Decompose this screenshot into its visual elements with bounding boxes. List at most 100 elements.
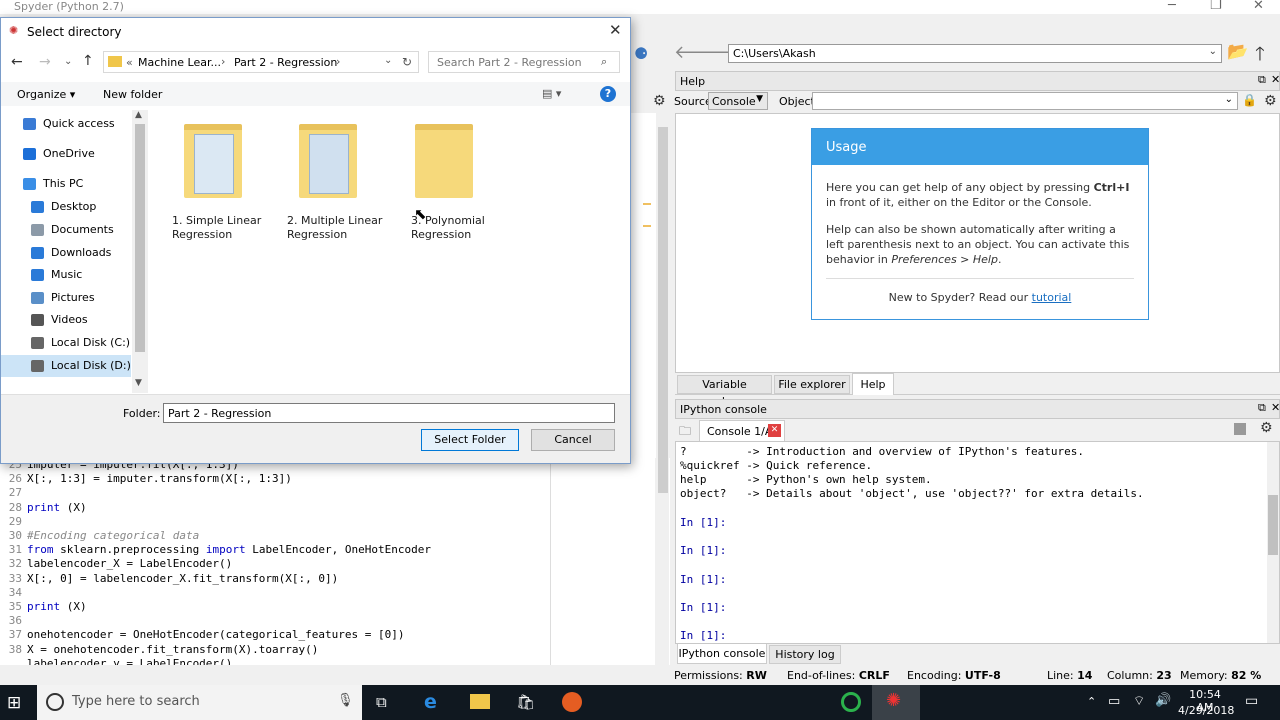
breadcrumb-separator-icon[interactable]: › [336,55,340,68]
search-icon[interactable]: ⌕ [601,55,607,69]
folder-item[interactable]: 2. Multiple Linear Regression [287,124,397,244]
organize-button[interactable]: Organize ▾ [17,88,75,101]
value: UTF-8 [964,669,1001,682]
tab-variable-explorer[interactable]: Variable explorer [677,375,772,408]
breadcrumb-item[interactable]: Machine Lear... [138,56,221,69]
close-pane-icon[interactable]: ✕ [1271,401,1280,414]
scroll-thumb[interactable] [1268,495,1278,555]
nav-item[interactable]: Videos [1,309,131,331]
folder-item[interactable]: 1. Simple Linear Regression [172,124,282,244]
close-icon[interactable]: ✕ [1253,0,1264,13]
editor-scrollbar[interactable] [656,113,670,493]
file-explorer-icon[interactable] [470,694,490,709]
working-directory-value: C:\Users\Akash [733,47,816,60]
up-arrow-icon[interactable]: ↑ [82,53,94,69]
edge-icon[interactable]: e [424,691,437,713]
nav-item[interactable]: Documents [1,219,131,241]
select-folder-button[interactable]: Select Folder [421,429,519,451]
nav-item[interactable]: Quick access [1,113,131,135]
line-number: 30 [8,529,22,542]
new-folder-button[interactable]: New folder [103,88,162,101]
code-line: 26 X[:, 1:3] = imputer.transform(X[:, 1:3… [0,472,292,486]
console-tab[interactable]: Console 1/A ✕ [699,420,785,441]
tab-help[interactable]: Help [852,373,894,395]
tutorial-link[interactable]: tutorial [1032,291,1072,304]
close-tab-icon[interactable]: ✕ [768,424,781,437]
code-editor[interactable]: 25 imputer = imputer.fit(X[:, 1:3]) 26 X[:,… [0,458,670,665]
undock-icon[interactable]: ⧉ [1258,73,1266,87]
settings-icon[interactable]: ⚙ [1264,93,1277,109]
organize-label: Organize [17,88,67,101]
breadcrumb-item[interactable]: Part 2 - Regression [234,56,337,69]
nav-item[interactable]: Local Disk (C:) [1,332,131,354]
source-select[interactable]: Console ▼ [708,92,768,110]
undock-icon[interactable]: ⧉ [1258,401,1266,415]
value: 23 [1156,669,1172,682]
chevron-down-icon[interactable]: ⌄ [384,55,392,66]
console-scrollbar[interactable] [1267,442,1279,643]
scroll-down-icon[interactable]: ▼ [135,378,142,388]
help-icon[interactable]: ? [600,86,616,102]
chevron-down-icon[interactable]: ⌄ [1209,46,1217,57]
view-options-icon[interactable]: ▤ ▾ [542,87,561,100]
store-icon[interactable]: 🛍 [516,693,535,711]
folder-item[interactable]: 3. Polynomial Regression [411,124,521,244]
address-bar[interactable]: « Machine Lear... › Part 2 - Regression … [103,51,419,73]
recent-chevron-icon[interactable]: ⌄ [64,56,72,67]
pc-icon [23,178,36,190]
nav-item[interactable]: Music [1,264,131,286]
loading-app-icon[interactable] [841,692,861,712]
lock-icon[interactable]: 🔒 [1242,93,1257,107]
task-view-icon[interactable]: ⧉ [376,693,387,711]
working-directory-input[interactable]: C:\Users\Akash ⌄ [728,44,1222,63]
scroll-thumb[interactable] [658,127,668,493]
up-arrow-icon[interactable]: 🡑 [1255,40,1265,72]
gear-icon[interactable]: ⚙ [653,93,666,109]
console-prompt: In [1]: [680,544,727,557]
firefox-icon[interactable] [562,692,582,712]
spyder-icon: ✺ [9,24,19,37]
wifi-icon[interactable]: ⌔ [1133,693,1145,709]
settings-icon[interactable]: ⚙ [1260,420,1273,436]
browse-tabs-icon[interactable]: 🗀 [679,422,691,443]
forward-arrow-icon[interactable]: → [39,54,51,70]
restore-icon[interactable]: ❐ [1210,0,1222,13]
microphone-icon[interactable]: 🎙 [337,693,354,708]
tab-ipython-console[interactable]: IPython console [677,644,767,664]
search-input[interactable]: Search Part 2 - Regression ⌕ [428,51,620,73]
refresh-icon[interactable]: ↻ [402,55,412,69]
tab-history-log[interactable]: History log [769,645,841,664]
clock-date[interactable]: 4/29/2018 [1178,704,1234,717]
scroll-thumb[interactable] [135,124,145,352]
minimize-icon[interactable]: ─ [1168,0,1176,13]
nav-scrollbar[interactable]: ▲ ▼ [132,110,148,393]
notifications-icon[interactable]: ▭ [1245,693,1258,709]
nav-item[interactable]: OneDrive [1,143,131,165]
nav-item[interactable]: This PC [1,173,131,195]
breadcrumb-separator-icon[interactable]: › [221,55,225,68]
code-token: LabelEncoder, OneHotEncoder [245,543,432,557]
cancel-button[interactable]: Cancel [531,429,615,451]
object-input[interactable]: ⌄ [812,92,1238,110]
stop-icon[interactable] [1234,423,1246,435]
nav-item[interactable]: Pictures [1,287,131,309]
close-pane-icon[interactable]: ✕ [1271,73,1280,86]
tab-file-explorer[interactable]: File explorer [774,375,850,394]
spyder-taskbar-button[interactable]: ✺ [872,685,920,720]
battery-icon[interactable]: ▭ [1108,694,1120,709]
windows-start-icon[interactable]: ⊞ [7,693,21,713]
volume-icon[interactable]: 🔊 [1155,693,1171,708]
nav-item[interactable]: Downloads [1,242,131,264]
scroll-up-icon[interactable]: ▲ [135,110,142,120]
breadcrumb-overflow[interactable]: « [126,56,133,69]
close-icon[interactable]: ✕ [609,21,622,39]
folder-label: 3. Polynomial Regression [411,214,485,241]
folder-open-icon[interactable]: 📂 [1227,42,1248,62]
python-icon[interactable]: ⚈ [634,44,648,63]
nav-item[interactable]: Desktop [1,196,131,218]
back-arrow-icon[interactable]: ← [11,54,23,70]
show-hidden-icons-icon[interactable]: ⌃ [1087,695,1096,708]
nav-item[interactable]: Local Disk (D:) [1,355,131,377]
folder-name-input[interactable]: Part 2 - Regression [163,403,615,423]
taskbar-search[interactable]: Type here to search 🎙 [37,685,362,720]
